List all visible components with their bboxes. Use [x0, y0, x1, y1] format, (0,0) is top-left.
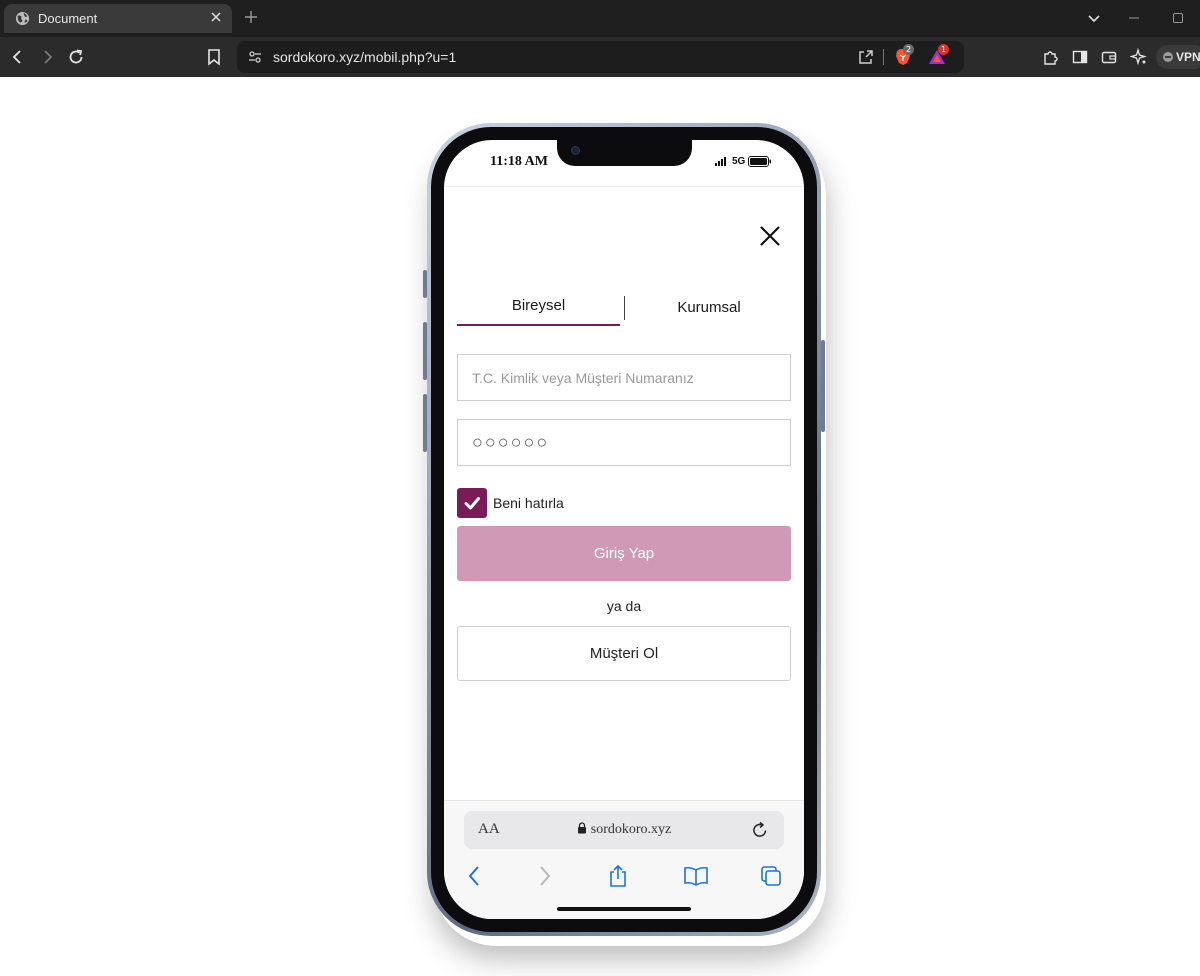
- bookmark-icon: [208, 49, 220, 66]
- open-book-icon: [684, 866, 708, 886]
- tab-kurumsal[interactable]: Kurumsal: [627, 290, 791, 326]
- battery-icon: [748, 155, 772, 167]
- brave-rewards-button[interactable]: 1: [927, 44, 949, 67]
- safari-reload-icon[interactable]: [750, 820, 770, 840]
- phone-volume-down-button: [423, 394, 427, 452]
- phone-power-button: [821, 340, 825, 432]
- sidebar-button[interactable]: [1069, 46, 1091, 68]
- phone-volume-up-button: [423, 322, 427, 380]
- close-icon[interactable]: [758, 224, 782, 248]
- safari-share-icon: [610, 864, 626, 887]
- safari-bottom-bar: AA sordokoro.xyz: [444, 800, 804, 919]
- reload-button[interactable]: [65, 46, 87, 68]
- minimize-icon[interactable]: [1126, 10, 1142, 26]
- extensions-button[interactable]: [1040, 46, 1062, 68]
- safari-share-button[interactable]: [605, 863, 631, 889]
- status-bar-time: 11:18 AM: [490, 154, 548, 169]
- safari-back-button[interactable]: [461, 863, 487, 889]
- address-bar-separator: [883, 49, 884, 65]
- site-settings-icon[interactable]: [247, 49, 263, 65]
- tab-divider: [624, 296, 625, 320]
- address-bar[interactable]: sordokoro.xyz/mobil.php?u=1 2 1: [237, 41, 964, 73]
- browser-tab[interactable]: Document: [4, 4, 232, 33]
- login-button[interactable]: Giriş Yap: [457, 526, 791, 581]
- phone-screen: 11:18 AM 5G Bireysel Kurumsal Beni h: [444, 140, 804, 919]
- tab-bireysel[interactable]: Bireysel: [457, 290, 620, 326]
- become-customer-button[interactable]: Müşteri Ol: [457, 626, 791, 681]
- lock-icon: [577, 822, 586, 834]
- safari-forward-icon: [540, 866, 551, 886]
- safari-forward-button[interactable]: [532, 863, 558, 889]
- safari-domain-text: sordokoro.xyz: [590, 822, 672, 837]
- bookmark-button[interactable]: [203, 46, 225, 68]
- remember-me-checkbox[interactable]: [457, 488, 487, 518]
- safari-address-bar[interactable]: AA sordokoro.xyz: [464, 811, 784, 849]
- remember-me-label: Beni hatırla: [493, 495, 564, 511]
- new-tab-plus-icon[interactable]: [243, 9, 259, 25]
- wallet-button[interactable]: [1098, 46, 1120, 68]
- forward-button[interactable]: [36, 46, 58, 68]
- phone-notch: [557, 140, 692, 166]
- browser-toolbar: sordokoro.xyz/mobil.php?u=1 2 1 VPN: [0, 37, 1200, 77]
- shields-count-badge: 2: [903, 44, 914, 55]
- password-input[interactable]: [458, 420, 790, 465]
- checkmark-icon: [464, 497, 480, 510]
- back-arrow-icon: [12, 50, 21, 64]
- safari-domain: sordokoro.xyz: [464, 822, 784, 838]
- address-bar-url: sordokoro.xyz/mobil.php?u=1: [273, 49, 457, 65]
- id-field-wrapper: [457, 354, 791, 401]
- status-bar-indicators: 5G: [715, 155, 772, 167]
- safari-bookmarks-button[interactable]: [683, 863, 709, 889]
- front-camera: [571, 146, 580, 155]
- safari-back-icon: [468, 866, 479, 886]
- or-separator-text: ya da: [606, 598, 642, 614]
- signal-bars-icon: [715, 156, 726, 166]
- reload-icon: [69, 49, 83, 64]
- tab-close-icon[interactable]: [208, 9, 224, 25]
- customer-id-input[interactable]: [458, 355, 790, 400]
- vpn-button[interactable]: VPN: [1156, 45, 1200, 69]
- browser-tab-strip: Document: [0, 0, 1200, 37]
- status-bar-divider: [444, 186, 804, 187]
- brave-shields-button[interactable]: 2: [893, 44, 914, 67]
- puzzle-icon: [1044, 51, 1058, 65]
- login-type-tabs: Bireysel Kurumsal: [457, 290, 791, 328]
- wallet-icon: [1101, 51, 1117, 64]
- leo-ai-button[interactable]: [1128, 46, 1150, 68]
- share-icon[interactable]: [857, 48, 875, 66]
- remember-me[interactable]: Beni hatırla: [457, 488, 564, 518]
- browser-tab-title: Document: [38, 11, 98, 26]
- vpn-status-icon: [1163, 52, 1173, 62]
- sidebar-icon: [1072, 50, 1088, 64]
- sparkle-icon: [1130, 48, 1147, 66]
- tabs-overview-icon: [761, 866, 781, 886]
- tab-search-chevron-icon[interactable]: [1086, 10, 1102, 26]
- password-field-wrapper: [457, 419, 791, 466]
- globe-icon: [15, 11, 30, 26]
- vpn-label: VPN: [1176, 50, 1200, 64]
- safari-tabs-button[interactable]: [758, 863, 784, 889]
- forward-arrow-icon: [44, 50, 53, 64]
- network-type: 5G: [732, 155, 746, 167]
- phone-mute-switch: [423, 270, 427, 298]
- back-button[interactable]: [7, 46, 29, 68]
- home-indicator: [557, 907, 691, 911]
- rewards-count-badge: 1: [938, 44, 949, 55]
- maximize-icon[interactable]: [1170, 10, 1186, 26]
